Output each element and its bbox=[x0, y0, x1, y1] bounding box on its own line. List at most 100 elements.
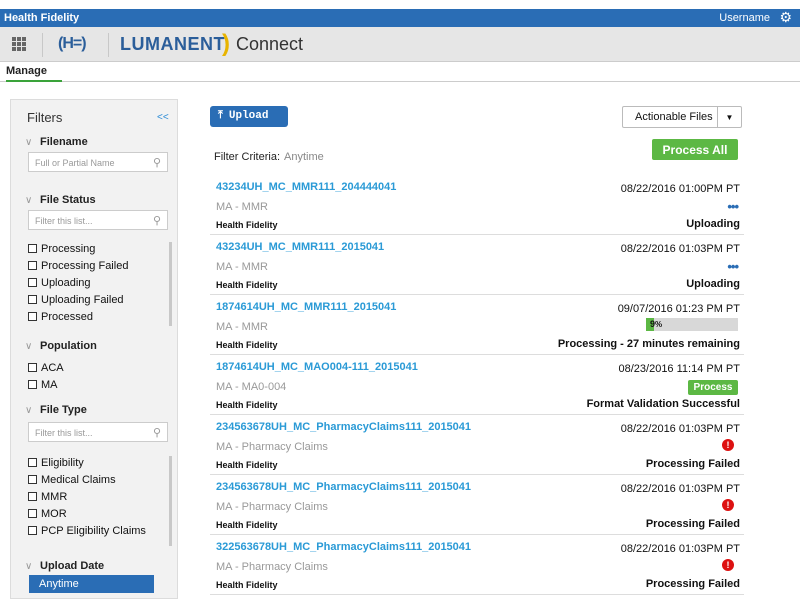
username-menu[interactable]: Username bbox=[719, 12, 770, 24]
process-all-button[interactable]: Process All bbox=[652, 139, 738, 160]
section-label: File Type bbox=[40, 404, 87, 416]
file-status-label: Uploading bbox=[686, 278, 740, 290]
file-type-label: MA - MMR bbox=[216, 201, 268, 213]
option-label: Processing bbox=[41, 242, 96, 255]
error-icon: ! bbox=[722, 559, 734, 571]
checkbox[interactable] bbox=[28, 295, 37, 304]
file-name-link[interactable]: 234563678UH_MC_PharmacyClaims111_2015041 bbox=[216, 421, 471, 433]
file-row[interactable]: 322563678UH_MC_PharmacyClaims111_2015041… bbox=[210, 535, 744, 595]
file-type-filter-input[interactable]: Filter this list... ⚲ bbox=[28, 422, 168, 442]
file-type-option[interactable]: PCP Eligibility Claims bbox=[28, 522, 173, 539]
upload-date-option-selected[interactable]: Anytime bbox=[29, 575, 154, 593]
upload-timestamp: 08/22/2016 01:03PM PT bbox=[620, 423, 740, 435]
chevron-down-icon[interactable]: ▼ bbox=[717, 107, 741, 127]
file-name-link[interactable]: 234563678UH_MC_PharmacyClaims111_2015041 bbox=[216, 481, 471, 493]
population-list: ACA MA bbox=[28, 359, 173, 393]
upload-date-heading[interactable]: ∨ Upload Date bbox=[25, 560, 104, 572]
file-name-link[interactable]: 1874614UH_MC_MAO004-111_2015041 bbox=[216, 361, 418, 373]
file-list: 43234UH_MC_MMR111_204444041 MA - MMR Healt… bbox=[210, 175, 744, 595]
checkbox[interactable] bbox=[28, 261, 37, 270]
upload-label: Upload bbox=[228, 110, 269, 122]
option-label: Processing Failed bbox=[41, 259, 129, 272]
tab-manage[interactable]: Manage bbox=[6, 65, 62, 82]
file-row[interactable]: 43234UH_MC_MMR111_2015041 MA - MMR Health … bbox=[210, 235, 744, 295]
file-status-option[interactable]: Processing bbox=[28, 240, 173, 257]
upload-timestamp: 08/23/2016 11:14 PM PT bbox=[618, 363, 741, 375]
app-grid-icon[interactable] bbox=[12, 37, 26, 51]
file-name-link[interactable]: 1874614UH_MC_MMR111_2015041 bbox=[216, 301, 396, 313]
progress-bar: 9% bbox=[646, 318, 738, 331]
filter-criteria-value: Anytime bbox=[284, 151, 324, 163]
dropdown-label: Actionable Files bbox=[635, 111, 713, 123]
gear-icon[interactable]: ⚙ bbox=[779, 10, 792, 24]
population-option[interactable]: ACA bbox=[28, 359, 173, 376]
checkbox[interactable] bbox=[28, 380, 37, 389]
file-name-link[interactable]: 43234UH_MC_MMR111_2015041 bbox=[216, 241, 384, 253]
filter-criteria: Filter Criteria: Anytime bbox=[214, 151, 324, 163]
checkbox[interactable] bbox=[28, 526, 37, 535]
checkbox[interactable] bbox=[28, 492, 37, 501]
organization-label: Health Fidelity bbox=[216, 220, 278, 230]
process-button[interactable]: Process bbox=[688, 380, 738, 395]
file-status-heading[interactable]: ∨ File Status bbox=[25, 194, 96, 206]
file-row[interactable]: 234563678UH_MC_PharmacyClaims111_2015041… bbox=[210, 415, 744, 475]
file-status-option[interactable]: Uploading bbox=[28, 274, 173, 291]
checkbox[interactable] bbox=[28, 458, 37, 467]
file-status-option[interactable]: Processed bbox=[28, 308, 173, 325]
checkbox[interactable] bbox=[28, 244, 37, 253]
organization-label: Health Fidelity bbox=[216, 340, 278, 350]
file-row[interactable]: 234563678UH_MC_PharmacyClaims111_2015041… bbox=[210, 475, 744, 535]
filter-criteria-label: Filter Criteria: bbox=[214, 151, 281, 163]
chevron-down-icon: ∨ bbox=[25, 405, 33, 416]
checkbox[interactable] bbox=[28, 363, 37, 372]
option-label: MMR bbox=[41, 490, 68, 503]
upload-timestamp: 09/07/2016 01:23 PM PT bbox=[617, 303, 740, 315]
checkbox[interactable] bbox=[28, 509, 37, 518]
upload-button[interactable]: ⤒ Upload bbox=[210, 106, 288, 127]
actionable-files-dropdown[interactable]: Actionable Files ▼ bbox=[622, 106, 742, 128]
chevron-down-icon: ∨ bbox=[25, 195, 33, 206]
top-bar: Health Fidelity Username ⚙ bbox=[0, 9, 800, 27]
file-type-option[interactable]: MOR bbox=[28, 505, 173, 522]
file-status-scrollbar[interactable] bbox=[169, 242, 172, 326]
file-type-option[interactable]: Eligibility bbox=[28, 454, 173, 471]
population-option[interactable]: MA bbox=[28, 376, 173, 393]
file-status-label: Processing Failed bbox=[645, 458, 740, 470]
file-row[interactable]: 1874614UH_MC_MAO004-111_2015041 MA - MA0-… bbox=[210, 355, 744, 415]
checkbox[interactable] bbox=[28, 312, 37, 321]
population-heading[interactable]: ∨ Population bbox=[25, 340, 97, 352]
divider bbox=[42, 33, 43, 57]
input-placeholder: Filter this list... bbox=[35, 216, 93, 226]
file-row[interactable]: 1874614UH_MC_MMR111_2015041 MA - MMR Healt… bbox=[210, 295, 744, 355]
checkbox[interactable] bbox=[28, 475, 37, 484]
file-name-link[interactable]: 322563678UH_MC_PharmacyClaims111_2015041 bbox=[216, 541, 471, 553]
option-label: Medical Claims bbox=[41, 473, 116, 486]
upload-timestamp: 08/22/2016 01:00PM PT bbox=[620, 183, 740, 195]
option-label: Uploading bbox=[41, 276, 91, 289]
file-type-option[interactable]: MMR bbox=[28, 488, 173, 505]
file-type-option[interactable]: Medical Claims bbox=[28, 471, 173, 488]
organization-label: Health Fidelity bbox=[216, 520, 278, 530]
divider bbox=[108, 33, 109, 57]
file-type-scrollbar[interactable] bbox=[169, 456, 172, 546]
filters-sidebar: Filters << ∨ Filename Full or Partial Nam… bbox=[10, 99, 178, 599]
file-name-link[interactable]: 43234UH_MC_MMR111_204444041 bbox=[216, 181, 396, 193]
checkbox[interactable] bbox=[28, 278, 37, 287]
option-label: Uploading Failed bbox=[41, 293, 124, 306]
filename-search-input[interactable]: Full or Partial Name ⚲ bbox=[28, 152, 168, 172]
option-label: Processed bbox=[41, 310, 93, 323]
error-icon: ! bbox=[722, 499, 734, 511]
upload-icon: ⤒ bbox=[218, 110, 223, 122]
file-row[interactable]: 43234UH_MC_MMR111_204444041 MA - MMR Healt… bbox=[210, 175, 744, 235]
file-type-heading[interactable]: ∨ File Type bbox=[25, 404, 87, 416]
upload-timestamp: 08/22/2016 01:03PM PT bbox=[620, 243, 740, 255]
file-status-label: Uploading bbox=[686, 218, 740, 230]
file-status-option[interactable]: Uploading Failed bbox=[28, 291, 173, 308]
organization-label: Health Fidelity bbox=[216, 280, 278, 290]
file-status-filter-input[interactable]: Filter this list... ⚲ bbox=[28, 210, 168, 230]
collapse-sidebar-button[interactable]: << bbox=[157, 112, 169, 123]
filename-heading[interactable]: ∨ Filename bbox=[25, 136, 88, 148]
brand-mark: ) bbox=[222, 30, 230, 57]
file-status-option[interactable]: Processing Failed bbox=[28, 257, 173, 274]
file-type-label: MA - MMR bbox=[216, 321, 268, 333]
